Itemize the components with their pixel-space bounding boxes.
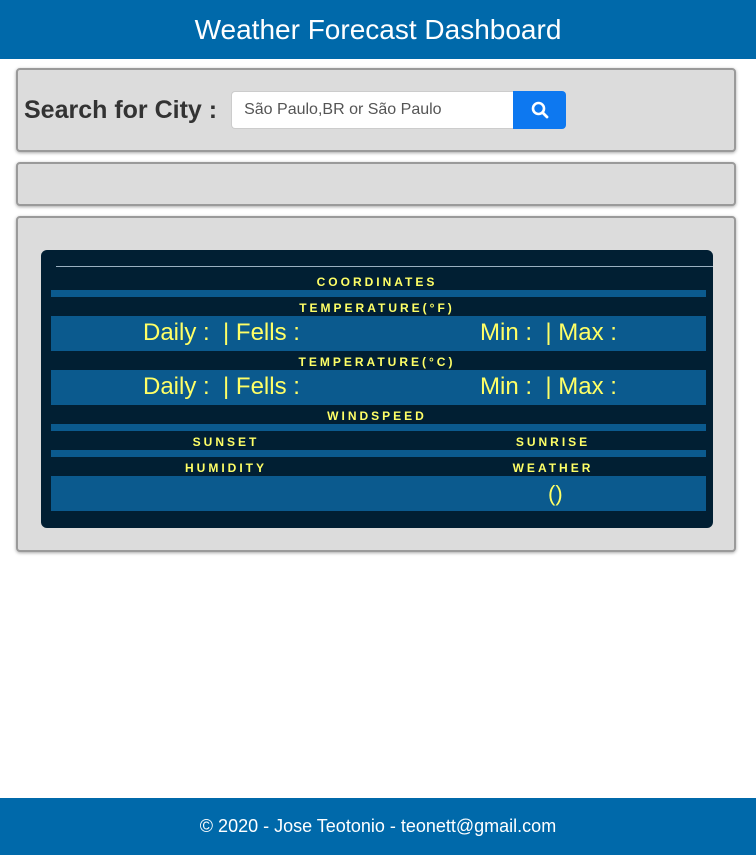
- card-divider: [56, 266, 713, 267]
- app-footer: © 2020 - Jose Teotonio - teonett@gmail.c…: [0, 798, 756, 855]
- temp-c-minmax: Min : | Max :: [480, 373, 617, 400]
- sunset-label: SUNSET: [192, 435, 260, 449]
- windspeed-bar: [51, 424, 706, 431]
- coordinates-bar: [51, 290, 706, 297]
- windspeed-label: WINDSPEED: [327, 409, 427, 423]
- temp-f-minmax: Min : | Max :: [480, 319, 617, 346]
- humidity-weather-row: (): [51, 476, 706, 511]
- temp-f-daily: Daily : | Fells :: [143, 319, 300, 346]
- page-title: Weather Forecast Dashboard: [194, 13, 562, 45]
- weather-label: WEATHER: [512, 461, 594, 475]
- search-label: Search for City :: [24, 95, 218, 124]
- weather-card: COORDINATES TEMPERATURE(°F) Daily : | Fe…: [41, 250, 713, 528]
- footer-text: © 2020 - Jose Teotonio - teonett@gmail.c…: [199, 816, 557, 836]
- city-history-panel: [16, 162, 736, 206]
- temp-c-daily: Daily : | Fells :: [143, 373, 300, 400]
- temperature-c-label: TEMPERATURE(°C): [298, 355, 456, 369]
- app-header: Weather Forecast Dashboard: [0, 0, 756, 59]
- search-panel: Search for City :: [16, 68, 736, 152]
- sunrise-label: SUNRISE: [515, 435, 591, 449]
- forecast-panel: COORDINATES TEMPERATURE(°F) Daily : | Fe…: [16, 216, 736, 552]
- city-search-input[interactable]: [231, 91, 514, 129]
- temperature-f-row: Daily : | Fells : Min : | Max :: [51, 316, 706, 351]
- temperature-f-label: TEMPERATURE(°F): [299, 301, 455, 315]
- search-icon: [531, 101, 549, 119]
- search-button[interactable]: [513, 91, 567, 129]
- coordinates-label: COORDINATES: [316, 275, 438, 289]
- temperature-c-row: Daily : | Fells : Min : | Max :: [51, 370, 706, 405]
- weather-value: (): [548, 481, 563, 506]
- sun-bar: [51, 450, 706, 457]
- humidity-label: HUMIDITY: [185, 461, 267, 475]
